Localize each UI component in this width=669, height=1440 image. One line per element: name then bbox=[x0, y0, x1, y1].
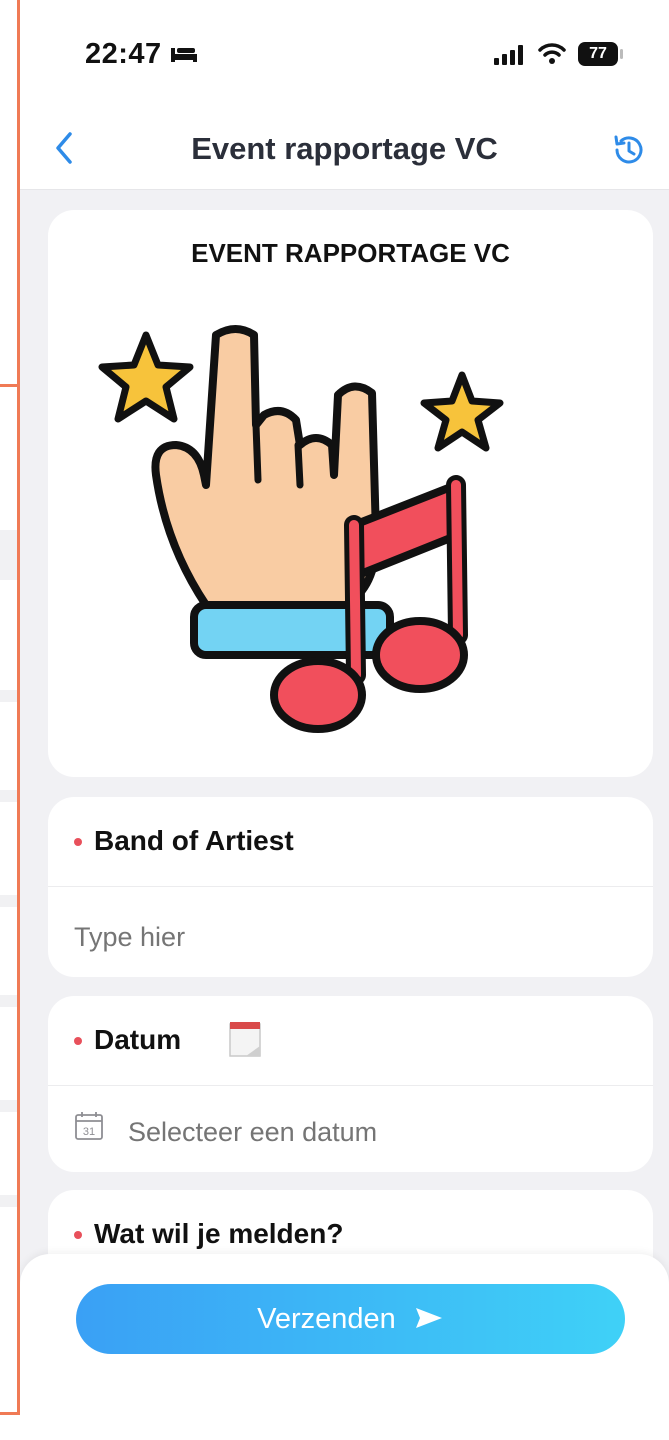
send-icon bbox=[415, 1308, 442, 1329]
header-card: EVENT RAPPORTAGE VC bbox=[48, 210, 653, 777]
background-row bbox=[0, 790, 17, 802]
submit-label: Verzenden bbox=[257, 1303, 396, 1335]
required-indicator bbox=[74, 838, 82, 846]
band-label: Band of Artiest bbox=[94, 825, 294, 856]
date-field-card: Datum 31 bbox=[48, 996, 653, 1172]
bottom-panel: Verzenden bbox=[20, 1254, 669, 1440]
background-row bbox=[0, 1195, 17, 1207]
bed-icon bbox=[171, 48, 197, 62]
background-row bbox=[0, 690, 17, 702]
nav-bar: Event rapportage VC bbox=[20, 100, 669, 190]
band-input[interactable] bbox=[74, 922, 627, 953]
background-app-sliver bbox=[0, 0, 20, 1440]
background-row bbox=[0, 895, 17, 907]
background-row bbox=[0, 995, 17, 1007]
history-icon[interactable] bbox=[612, 133, 646, 167]
battery-tip bbox=[620, 49, 623, 59]
date-input[interactable] bbox=[128, 1117, 627, 1148]
app-window: 22:47 77 Event rapportage VC EVENT RAPPO… bbox=[20, 0, 669, 1440]
rock-hand-music-illustration bbox=[98, 325, 504, 733]
band-field-card: Band of Artiest bbox=[48, 797, 653, 977]
edge-border bbox=[0, 1412, 20, 1415]
submit-button[interactable]: Verzenden bbox=[76, 1284, 625, 1354]
battery-icon: 77 bbox=[578, 42, 618, 66]
status-bar: 22:47 77 bbox=[20, 0, 669, 100]
form-title: EVENT RAPPORTAGE VC bbox=[191, 238, 510, 268]
signal-icon bbox=[494, 45, 523, 65]
report-label: Wat wil je melden? bbox=[94, 1218, 344, 1249]
calendar-day: 31 bbox=[83, 1126, 95, 1138]
background-row bbox=[0, 530, 17, 580]
required-indicator bbox=[74, 1037, 82, 1045]
calendar-icon: 31 bbox=[75, 1112, 103, 1140]
date-label: Datum bbox=[94, 1024, 182, 1055]
background-row bbox=[0, 1100, 17, 1112]
notepad-icon bbox=[229, 1022, 261, 1057]
required-indicator bbox=[74, 1231, 82, 1239]
page-title: Event rapportage VC bbox=[191, 131, 498, 166]
field-label-row: Band of Artiest bbox=[48, 797, 653, 887]
field-label-row: Datum bbox=[48, 996, 653, 1086]
status-time: 22:47 bbox=[85, 38, 162, 70]
wifi-icon bbox=[538, 43, 566, 64]
